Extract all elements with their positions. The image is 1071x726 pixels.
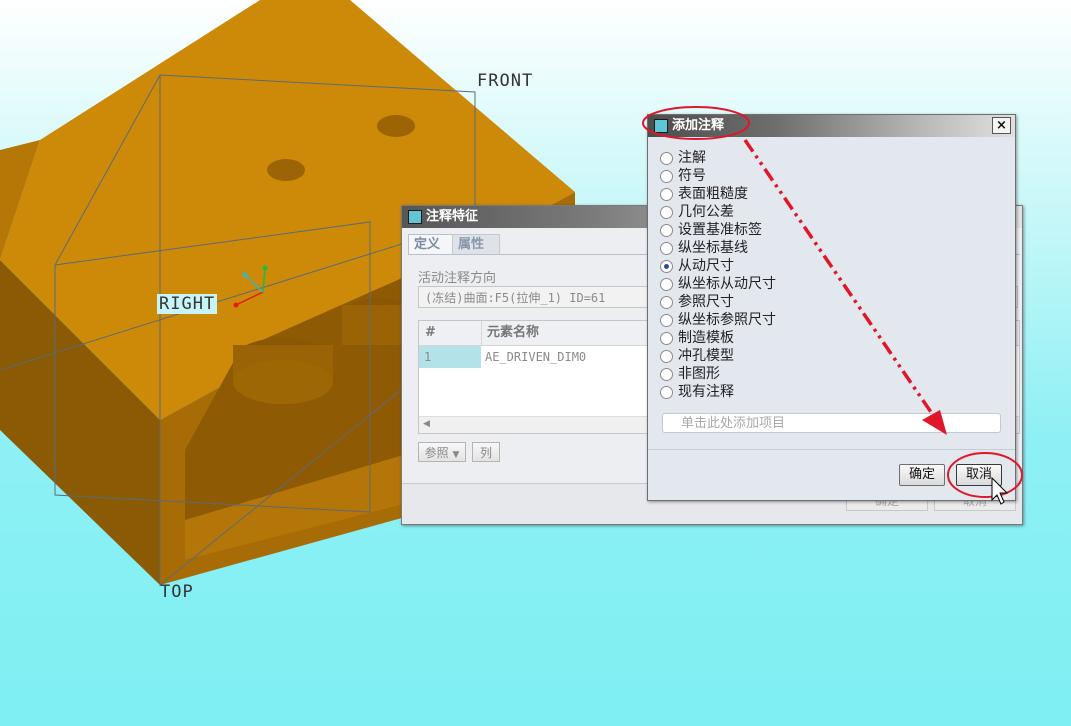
radio-option-label: 现有注释 — [678, 384, 734, 400]
add-item-input[interactable]: 单击此处添加项目 — [662, 413, 1001, 433]
radio-button-icon[interactable] — [660, 314, 673, 327]
add-annotation-dialog: 添加注释 × 注解符号表面粗糙度几何公差设置基准标签 纵坐标基线从动尺寸纵坐标从动… — [647, 114, 1016, 501]
radio-button-icon[interactable] — [660, 152, 673, 165]
radio-button-icon[interactable] — [660, 332, 673, 345]
window-app-icon — [408, 210, 422, 224]
model-boss-2-body — [342, 305, 402, 345]
radio-option-label: 纵坐标从动尺寸 — [678, 276, 776, 292]
radio-option-label: 冲孔模型 — [678, 348, 734, 364]
radio-button-icon[interactable] — [660, 350, 673, 363]
radio-option-label: 纵坐标基线 — [678, 240, 748, 256]
direction-label: 活动注释方向 — [418, 271, 497, 286]
radio-button-icon[interactable] — [660, 296, 673, 309]
datum-label-front: FRONT — [477, 71, 534, 91]
column-header-name: 元素名称 — [487, 325, 540, 340]
radio-button-icon[interactable] — [660, 386, 673, 399]
model-hole-1 — [267, 159, 305, 181]
dropdown-arrow-icon: ▼ — [452, 450, 460, 460]
feature-dialog-title: 注释特征 — [426, 209, 479, 224]
model-boss-1-base — [233, 360, 333, 404]
radio-option-label: 符号 — [678, 168, 706, 184]
radio-button-icon[interactable] — [660, 170, 673, 183]
reference-dropdown-button[interactable]: 参照 ▼ — [418, 442, 466, 462]
cancel-button[interactable]: 取消 — [956, 464, 1002, 486]
dialog-divider — [648, 449, 1015, 450]
reference-label: 参照 — [424, 446, 449, 460]
radio-button-icon[interactable] — [660, 224, 673, 237]
radio-option-label: 参照尺寸 — [678, 294, 734, 310]
row-index: 1 — [419, 346, 481, 368]
close-icon[interactable]: × — [992, 117, 1011, 134]
radio-option-label: 注解 — [678, 150, 706, 166]
radio-option-label: 设置基准标签 — [678, 222, 762, 238]
tab-properties[interactable]: 属性 — [452, 234, 500, 255]
radio-button-icon[interactable] — [660, 188, 673, 201]
add-dialog-title: 添加注释 — [672, 118, 725, 133]
window-app-icon — [654, 119, 668, 133]
radio-button-icon[interactable] — [660, 242, 673, 255]
scroll-left-icon[interactable]: ◀ — [423, 419, 430, 429]
radio-button-icon[interactable] — [660, 206, 673, 219]
radio-option-label: 制造模板 — [678, 330, 734, 346]
datum-label-right: RIGHT — [157, 294, 218, 314]
model-hole-2 — [377, 115, 415, 137]
row-element-name: AE_DRIVEN_DIM0 — [485, 350, 587, 364]
radio-option-label: 非图形 — [678, 366, 720, 382]
radio-button-icon[interactable] — [660, 368, 673, 381]
radio-option-label: 纵坐标参照尺寸 — [678, 312, 776, 328]
radio-button-icon[interactable] — [660, 278, 673, 291]
tab-definition[interactable]: 定义 — [408, 234, 456, 255]
ok-button[interactable]: 确定 — [899, 464, 945, 486]
radio-button-icon[interactable] — [660, 260, 673, 273]
datum-label-top: TOP — [160, 582, 194, 602]
column-button[interactable]: 列 — [472, 442, 500, 462]
column-header-index: # — [425, 325, 436, 340]
radio-option-label: 表面粗糙度 — [678, 186, 748, 202]
radio-option-label: 几何公差 — [678, 204, 734, 220]
add-dialog-titlebar[interactable]: 添加注释 × — [648, 115, 1015, 137]
radio-option-label: 从动尺寸 — [678, 258, 734, 274]
